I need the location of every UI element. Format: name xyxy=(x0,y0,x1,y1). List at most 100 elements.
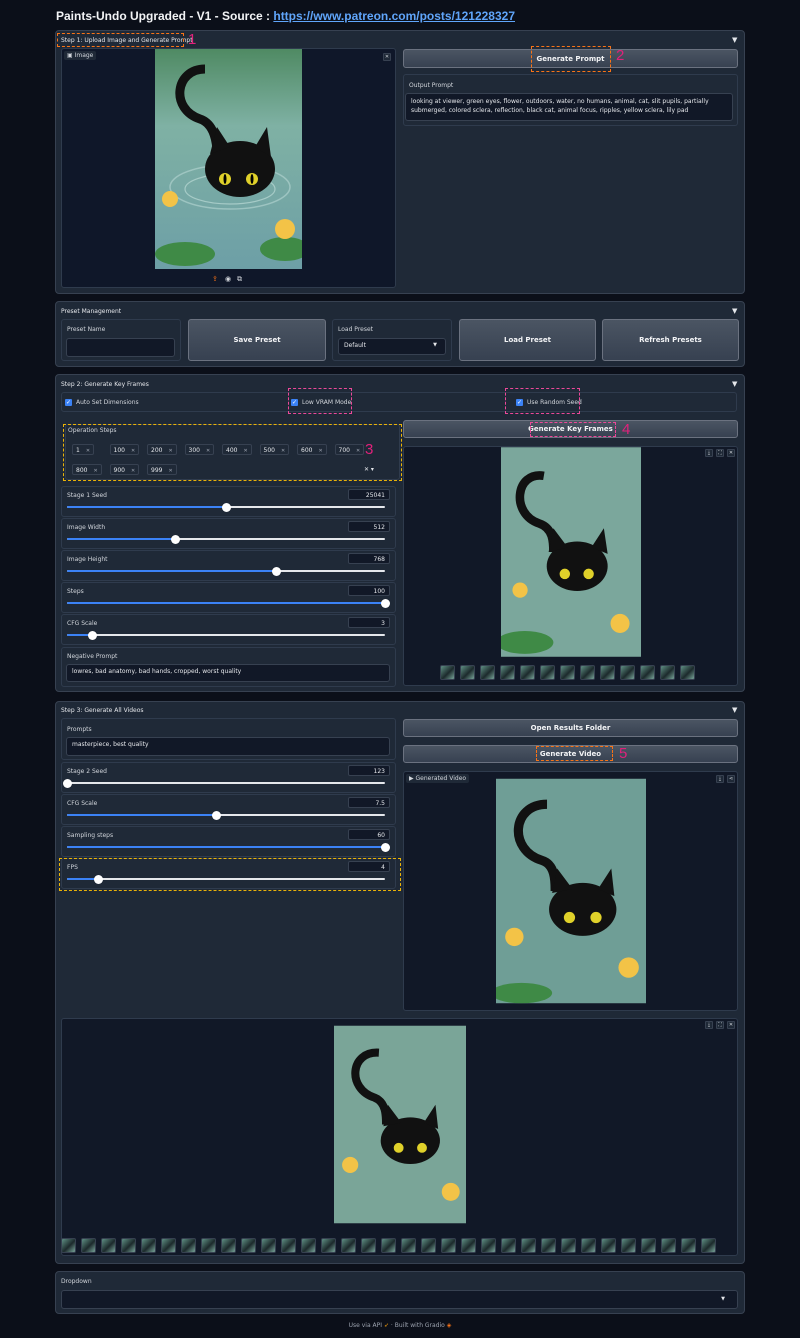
slider-track[interactable] xyxy=(67,810,385,820)
video-download-icon[interactable]: ⤓ xyxy=(716,775,724,783)
slider-number-input[interactable]: 512 xyxy=(348,521,390,532)
share-icon[interactable]: ⋖ xyxy=(727,775,735,783)
slider-track[interactable] xyxy=(67,598,390,608)
clear-steps-icon[interactable]: ✕ ▾ xyxy=(364,466,374,473)
clear-image-icon[interactable]: ✕ xyxy=(383,53,391,61)
operation-step-chip[interactable]: 600 ✕ xyxy=(297,444,327,455)
operation-step-chip[interactable]: 500 ✕ xyxy=(259,444,290,455)
thumbnail[interactable] xyxy=(580,665,595,680)
thumbnail[interactable] xyxy=(241,1238,256,1253)
chip-remove-icon[interactable]: ✕ xyxy=(168,448,172,454)
thumbnail[interactable] xyxy=(601,1238,616,1253)
chip-remove-icon[interactable]: ✕ xyxy=(131,448,135,454)
thumbnail[interactable] xyxy=(680,665,695,680)
thumbnail[interactable] xyxy=(341,1238,356,1253)
chip-remove-icon[interactable]: ✕ xyxy=(281,448,285,454)
slider-track[interactable] xyxy=(62,778,385,788)
chip-remove-icon[interactable]: ✕ xyxy=(168,468,172,474)
thumbnail[interactable] xyxy=(161,1238,176,1253)
slider-track[interactable] xyxy=(67,534,385,544)
operation-step-chip[interactable]: 800 ✕ xyxy=(72,464,102,475)
download-icon[interactable]: ⤓ xyxy=(705,449,713,457)
operation-step-chip[interactable]: 700 ✕ xyxy=(334,444,365,455)
slider-track[interactable] xyxy=(67,842,390,852)
thumbnail[interactable] xyxy=(521,1238,536,1253)
thumbnail[interactable] xyxy=(181,1238,196,1253)
slider-thumb[interactable] xyxy=(380,598,390,608)
thumbnail[interactable] xyxy=(520,665,535,680)
operation-step-chip[interactable]: 900 ✕ xyxy=(109,464,140,475)
thumbnail[interactable] xyxy=(581,1238,596,1253)
chip-remove-icon[interactable]: ✕ xyxy=(93,468,97,474)
slider-thumb[interactable] xyxy=(221,502,231,512)
thumbnail[interactable] xyxy=(620,665,635,680)
chip-remove-icon[interactable]: ✕ xyxy=(318,448,322,454)
operation-step-chip[interactable]: 200 ✕ xyxy=(147,444,177,455)
frames-fullscreen-icon[interactable]: ⛶ xyxy=(716,1021,724,1029)
chip-remove-icon[interactable]: ✕ xyxy=(356,448,360,454)
slider-track[interactable] xyxy=(67,566,385,576)
slider-thumb[interactable] xyxy=(211,810,221,820)
slider-thumb[interactable] xyxy=(87,630,97,640)
open-results-folder-button[interactable]: Open Results Folder xyxy=(403,719,738,737)
slider-number-input[interactable]: 123 xyxy=(348,765,390,776)
generated-video-player[interactable] xyxy=(496,772,646,1010)
source-link[interactable]: https://www.patreon.com/posts/121228327 xyxy=(273,9,515,23)
thumbnail[interactable] xyxy=(480,665,495,680)
collapse-icon[interactable]: ▼ xyxy=(732,36,737,44)
thumbnail[interactable] xyxy=(441,1238,456,1253)
operation-step-chip[interactable]: 300 ✕ xyxy=(184,444,215,455)
thumbnail[interactable] xyxy=(421,1238,436,1253)
thumbnail[interactable] xyxy=(301,1238,316,1253)
slider-track[interactable] xyxy=(67,502,385,512)
prompts-field[interactable]: masterpiece, best quality xyxy=(66,737,390,756)
thumbnail[interactable] xyxy=(221,1238,236,1253)
thumbnail[interactable] xyxy=(500,665,515,680)
use-api-link[interactable]: Use via API xyxy=(349,1322,382,1329)
close-gallery-icon[interactable]: ✕ xyxy=(727,449,735,457)
thumbnail[interactable] xyxy=(621,1238,636,1253)
step2-collapse-icon[interactable]: ▼ xyxy=(732,380,737,388)
chip-remove-icon[interactable]: ✕ xyxy=(243,448,247,454)
thumbnail[interactable] xyxy=(681,1238,696,1253)
thumbnail[interactable] xyxy=(281,1238,296,1253)
thumbnail[interactable] xyxy=(660,665,675,680)
preset-collapse-icon[interactable]: ▼ xyxy=(732,307,737,315)
thumbnail[interactable] xyxy=(61,1238,76,1253)
thumbnail[interactable] xyxy=(361,1238,376,1253)
slider-number-input[interactable]: 100 xyxy=(348,585,390,596)
thumbnail[interactable] xyxy=(640,665,655,680)
fullscreen-icon[interactable]: ⛶ xyxy=(716,449,724,457)
slider-thumb[interactable] xyxy=(170,534,180,544)
step3-collapse-icon[interactable]: ▼ xyxy=(732,706,737,714)
slider-track[interactable] xyxy=(67,630,385,640)
thumbnail[interactable] xyxy=(600,665,615,680)
thumbnail[interactable] xyxy=(401,1238,416,1253)
thumbnail[interactable] xyxy=(460,665,475,680)
thumbnail[interactable] xyxy=(560,665,575,680)
thumbnail[interactable] xyxy=(121,1238,136,1253)
slider-thumb[interactable] xyxy=(380,842,390,852)
output-prompt-field[interactable]: looking at viewer, green eyes, flower, o… xyxy=(405,93,733,121)
operation-step-chip[interactable]: 999 ✕ xyxy=(147,464,177,475)
thumbnail[interactable] xyxy=(701,1238,716,1253)
load-preset-button[interactable]: Load Preset xyxy=(459,319,596,361)
slider-number-input[interactable]: 7.5 xyxy=(348,797,390,808)
thumbnail[interactable] xyxy=(321,1238,336,1253)
clipboard-icon[interactable]: ⧉ xyxy=(237,275,242,284)
upload-icon[interactable]: ⇪ xyxy=(212,275,218,283)
thumbnail[interactable] xyxy=(381,1238,396,1253)
built-with-gradio-link[interactable]: Built with Gradio xyxy=(395,1322,445,1329)
thumbnail[interactable] xyxy=(641,1238,656,1253)
thumbnail[interactable] xyxy=(201,1238,216,1253)
thumbnail[interactable] xyxy=(481,1238,496,1253)
webcam-icon[interactable]: ◉ xyxy=(225,275,231,283)
thumbnail[interactable] xyxy=(501,1238,516,1253)
chip-remove-icon[interactable]: ✕ xyxy=(86,448,90,454)
chip-remove-icon[interactable]: ✕ xyxy=(131,468,135,474)
chip-remove-icon[interactable]: ✕ xyxy=(206,448,210,454)
thumbnail[interactable] xyxy=(141,1238,156,1253)
operation-step-chip[interactable]: 1 ✕ xyxy=(72,444,95,455)
slider-number-input[interactable]: 768 xyxy=(348,553,390,564)
thumbnail[interactable] xyxy=(101,1238,116,1253)
